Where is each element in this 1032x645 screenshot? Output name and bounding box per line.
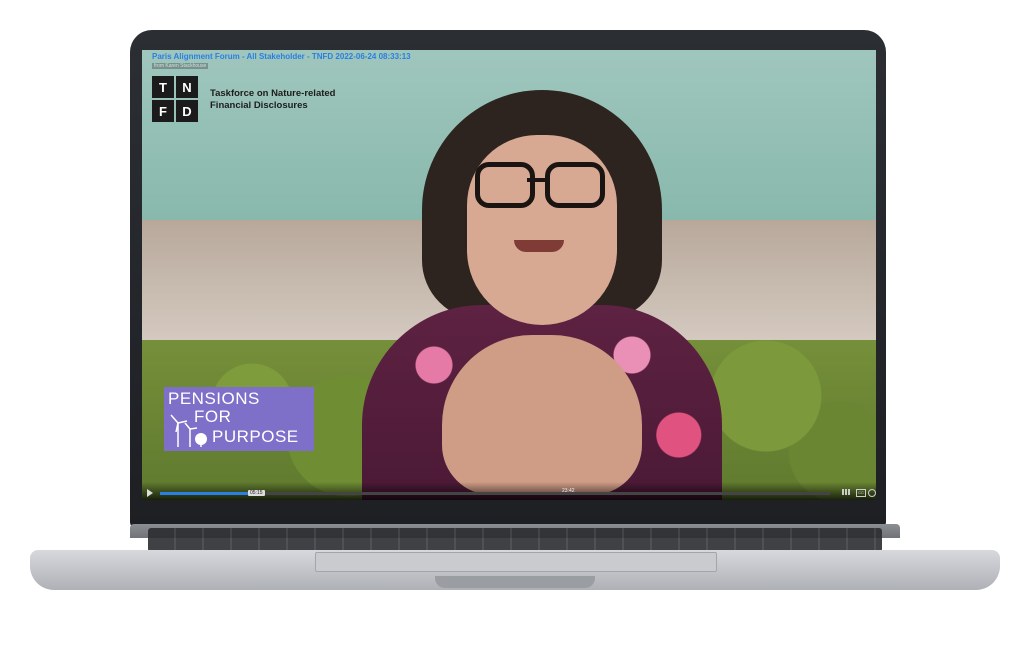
wind-turbine-icon bbox=[170, 414, 207, 447]
play-icon[interactable] bbox=[147, 489, 153, 497]
gear-icon[interactable] bbox=[868, 489, 876, 497]
laptop-keyboard bbox=[148, 528, 882, 552]
laptop-base bbox=[30, 524, 1000, 598]
glasses-lens-left bbox=[475, 162, 535, 208]
midpoint-time: 23:42 bbox=[562, 488, 575, 494]
tnfd-letter-t: T bbox=[152, 76, 174, 98]
player-controls: 05:15 23:42 CC bbox=[142, 482, 876, 500]
tnfd-name: Taskforce on Nature-related Financial Di… bbox=[210, 88, 335, 112]
cc-icon[interactable]: CC bbox=[856, 489, 866, 497]
speaker-mouth bbox=[514, 240, 564, 252]
tnfd-letter-n: N bbox=[176, 76, 198, 98]
laptop-opening-notch bbox=[435, 576, 595, 588]
video-title[interactable]: Paris Alignment Forum - All Stakeholder … bbox=[152, 52, 411, 61]
current-time-chip: 05:15 bbox=[248, 490, 265, 496]
progress-fill bbox=[160, 492, 254, 495]
glasses-lens-right bbox=[545, 162, 605, 208]
progress-bar[interactable]: 05:15 23:42 bbox=[160, 488, 830, 496]
glasses-bridge bbox=[527, 178, 547, 182]
tnfd-logo: T N F D bbox=[152, 76, 198, 122]
tnfd-name-line1: Taskforce on Nature-related bbox=[210, 88, 336, 99]
badge-line1: PENSIONS bbox=[168, 389, 260, 408]
video-from-label[interactable]: from Karen Stackhouse bbox=[152, 63, 209, 69]
tnfd-letter-d: D bbox=[176, 100, 198, 122]
volume-icon[interactable] bbox=[842, 489, 852, 495]
video-title-bar: Paris Alignment Forum - All Stakeholder … bbox=[142, 50, 442, 72]
tnfd-name-line2: Financial Disclosures bbox=[210, 100, 308, 111]
video-screen[interactable]: Paris Alignment Forum - All Stakeholder … bbox=[142, 50, 876, 500]
laptop-trackpad bbox=[315, 552, 717, 572]
speaker-hands bbox=[442, 335, 642, 495]
badge-line3: PURPOSE bbox=[212, 427, 299, 446]
speaker-glasses bbox=[475, 162, 605, 208]
tnfd-letter-f: F bbox=[152, 100, 174, 122]
pensions-for-purpose-badge: PENSIONS FOR PURPOSE bbox=[164, 387, 314, 451]
